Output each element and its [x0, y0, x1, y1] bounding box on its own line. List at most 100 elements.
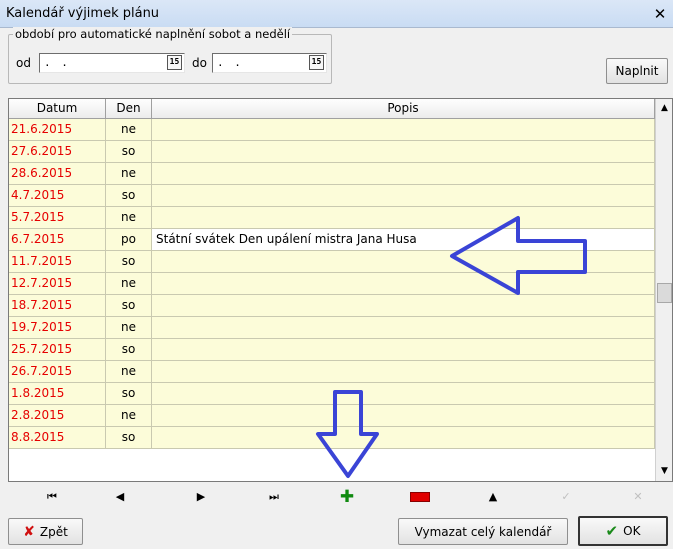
cell-description[interactable]: [152, 383, 655, 405]
clear-calendar-label: Vymazat celý kalendář: [414, 524, 552, 539]
fill-button[interactable]: Naplnit: [606, 58, 668, 84]
cell-description[interactable]: [152, 317, 655, 339]
from-label: od: [16, 56, 31, 70]
cell-date[interactable]: 12.7.2015: [9, 273, 106, 295]
ok-button[interactable]: ✔ OK: [578, 516, 668, 546]
table-row[interactable]: 8.8.2015 so: [9, 427, 655, 449]
cell-day[interactable]: po: [106, 229, 152, 251]
vertical-scrollbar[interactable]: ▲ ▼: [655, 99, 672, 481]
table-row[interactable]: 27.6.2015 so: [9, 141, 655, 163]
delete-record-icon[interactable]: [410, 489, 430, 505]
table-row[interactable]: 25.7.2015 so: [9, 339, 655, 361]
table-row[interactable]: 26.7.2015 ne: [9, 361, 655, 383]
cell-date[interactable]: 5.7.2015: [9, 207, 106, 229]
cell-date[interactable]: 18.7.2015: [9, 295, 106, 317]
column-header-day[interactable]: Den: [106, 99, 152, 119]
scroll-up-icon[interactable]: ▲: [657, 100, 672, 117]
to-label: do: [192, 56, 207, 70]
cell-date[interactable]: 11.7.2015: [9, 251, 106, 273]
cell-day[interactable]: ne: [106, 273, 152, 295]
scroll-down-icon[interactable]: ▼: [657, 463, 672, 480]
cell-date[interactable]: 19.7.2015: [9, 317, 106, 339]
record-navigator: ⏮ ◀ ▶ ⏭ ✚ ▲ ✓ ✕: [8, 486, 673, 508]
cell-day[interactable]: so: [106, 295, 152, 317]
cell-day[interactable]: so: [106, 251, 152, 273]
cell-description[interactable]: Státní svátek Den upálení mistra Jana Hu…: [152, 229, 655, 251]
cell-date[interactable]: 25.7.2015: [9, 339, 106, 361]
cell-day[interactable]: so: [106, 339, 152, 361]
cell-description[interactable]: [152, 119, 655, 141]
column-header-date[interactable]: Datum: [9, 99, 106, 119]
close-button[interactable]: ✕: [651, 6, 669, 24]
column-header-description[interactable]: Popis: [152, 99, 655, 119]
back-button[interactable]: ✘ Zpět: [8, 518, 83, 545]
edit-record-icon[interactable]: ▲: [483, 489, 503, 505]
cell-date[interactable]: 6.7.2015: [9, 229, 106, 251]
autofill-legend: období pro automatické naplnění sobot a …: [13, 27, 293, 41]
cell-day[interactable]: ne: [106, 119, 152, 141]
table-row[interactable]: 12.7.2015 ne: [9, 273, 655, 295]
cell-day[interactable]: ne: [106, 361, 152, 383]
cell-description[interactable]: [152, 207, 655, 229]
cell-description[interactable]: [152, 141, 655, 163]
cell-day[interactable]: so: [106, 383, 152, 405]
scroll-thumb[interactable]: [657, 283, 672, 303]
next-record-icon[interactable]: ▶: [191, 489, 211, 505]
back-button-label: Zpět: [39, 524, 68, 539]
to-date-field[interactable]: . . 15: [212, 53, 327, 73]
grid-header: Datum Den Popis: [9, 99, 655, 119]
cell-date[interactable]: 27.6.2015: [9, 141, 106, 163]
prior-record-icon[interactable]: ◀: [110, 489, 130, 505]
cell-description[interactable]: [152, 185, 655, 207]
cell-day[interactable]: ne: [106, 163, 152, 185]
table-row[interactable]: 28.6.2015 ne: [9, 163, 655, 185]
title-bar: Kalendář výjimek plánu ✕: [0, 0, 673, 28]
cancel-record-icon[interactable]: ✕: [628, 489, 648, 505]
table-row[interactable]: 6.7.2015 po Státní svátek Den upálení mist…: [9, 229, 655, 251]
cell-day[interactable]: ne: [106, 207, 152, 229]
clear-calendar-button[interactable]: Vymazat celý kalendář: [398, 518, 568, 545]
cell-date[interactable]: 26.7.2015: [9, 361, 106, 383]
cell-date[interactable]: 21.6.2015: [9, 119, 106, 141]
table-row[interactable]: 19.7.2015 ne: [9, 317, 655, 339]
cell-date[interactable]: 28.6.2015: [9, 163, 106, 185]
fill-button-label: Naplnit: [615, 64, 659, 78]
cell-day[interactable]: ne: [106, 317, 152, 339]
cell-description[interactable]: [152, 339, 655, 361]
cell-description[interactable]: [152, 295, 655, 317]
post-record-icon[interactable]: ✓: [556, 489, 576, 505]
cell-day[interactable]: so: [106, 141, 152, 163]
from-date-value: . .: [44, 56, 70, 69]
table-row[interactable]: 18.7.2015 so: [9, 295, 655, 317]
cell-description[interactable]: [152, 273, 655, 295]
exceptions-grid[interactable]: Datum Den Popis 21.6.2015 ne 27.6.2015 so 28…: [8, 98, 673, 482]
calendar-icon[interactable]: 15: [309, 55, 324, 70]
table-row[interactable]: 5.7.2015 ne: [9, 207, 655, 229]
table-row[interactable]: 4.7.2015 so: [9, 185, 655, 207]
cell-description[interactable]: [152, 361, 655, 383]
window-title: Kalendář výjimek plánu: [6, 6, 160, 21]
first-record-icon[interactable]: ⏮: [42, 489, 62, 505]
cell-day[interactable]: ne: [106, 405, 152, 427]
cell-description[interactable]: [152, 405, 655, 427]
table-row[interactable]: 2.8.2015 ne: [9, 405, 655, 427]
cell-description[interactable]: [152, 163, 655, 185]
autofill-group: období pro automatické naplnění sobot a …: [8, 27, 332, 84]
cell-day[interactable]: so: [106, 427, 152, 449]
insert-record-icon[interactable]: ✚: [337, 489, 357, 506]
cell-description[interactable]: [152, 427, 655, 449]
cell-day[interactable]: so: [106, 185, 152, 207]
last-record-icon[interactable]: ⏭: [264, 489, 284, 505]
cell-date[interactable]: 2.8.2015: [9, 405, 106, 427]
from-date-field[interactable]: . . 15: [39, 53, 185, 73]
cell-date[interactable]: 8.8.2015: [9, 427, 106, 449]
back-icon: ✘: [23, 523, 35, 540]
table-row[interactable]: 11.7.2015 so: [9, 251, 655, 273]
cell-description[interactable]: [152, 251, 655, 273]
table-row[interactable]: 1.8.2015 so: [9, 383, 655, 405]
table-row[interactable]: 21.6.2015 ne: [9, 119, 655, 141]
cell-date[interactable]: 4.7.2015: [9, 185, 106, 207]
ok-button-label: OK: [623, 524, 641, 538]
calendar-icon[interactable]: 15: [167, 55, 182, 70]
cell-date[interactable]: 1.8.2015: [9, 383, 106, 405]
